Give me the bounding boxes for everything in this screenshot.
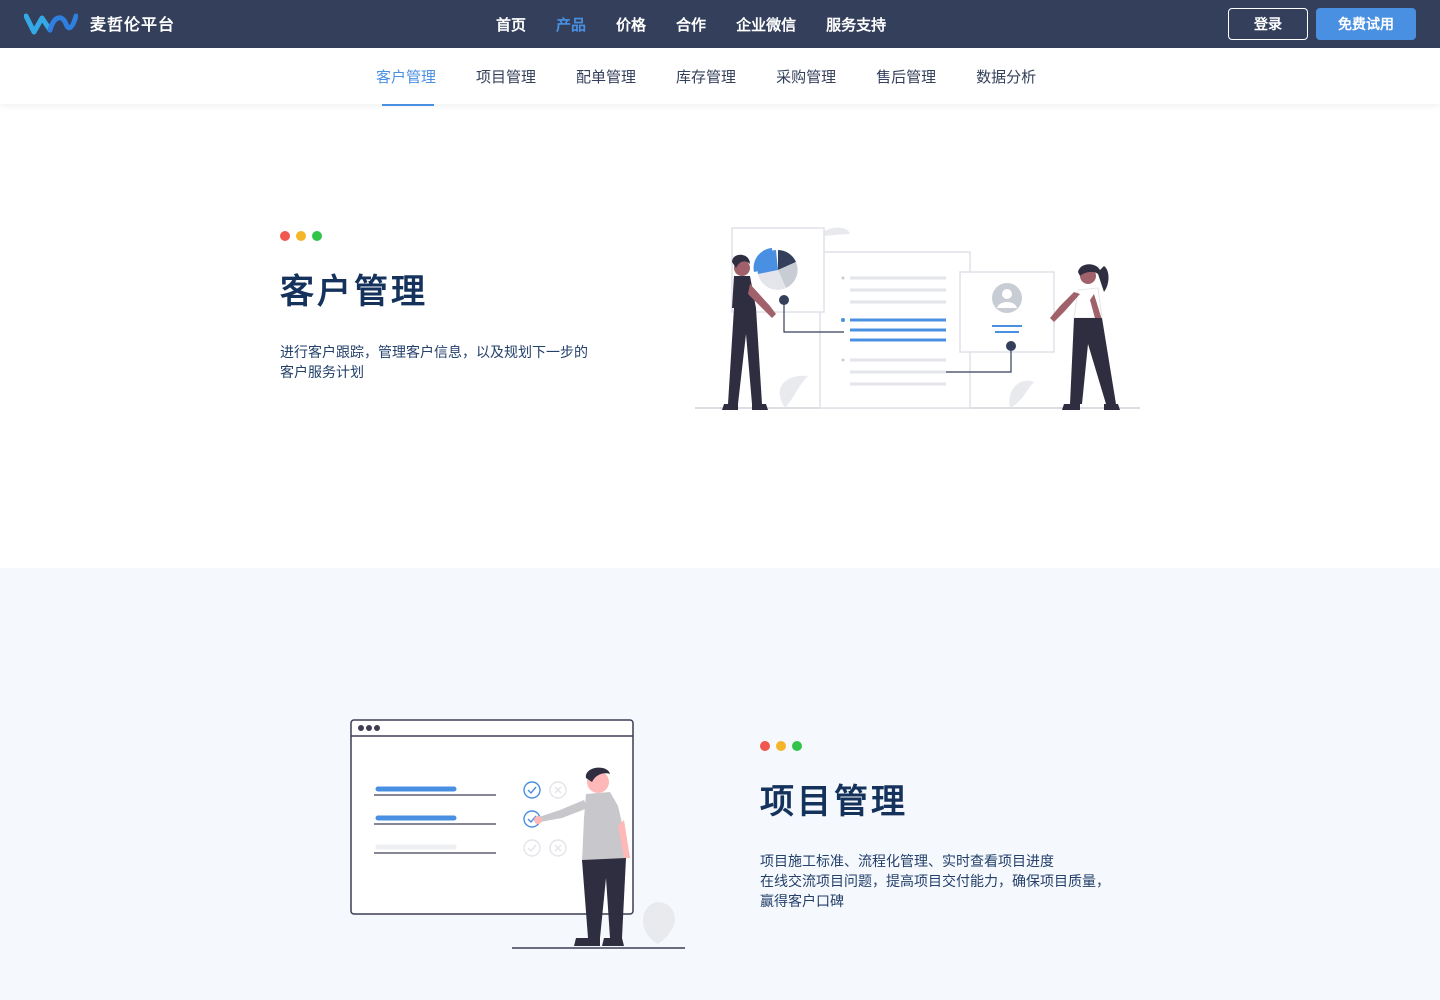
free-trial-button[interactable]: 免费试用	[1316, 8, 1416, 40]
feature-title: 客户管理	[280, 272, 428, 312]
main-nav-pricing[interactable]: 价格	[616, 14, 646, 35]
feature-description-line: 赢得客户口碑	[760, 894, 844, 910]
sub-nav-purchase[interactable]: 采购管理	[776, 48, 836, 104]
feature-description-line: 客户服务计划	[280, 365, 364, 381]
feature-description: 进行客户跟踪，管理客户信息，以及规划下一步的 客户服务计划	[280, 343, 660, 383]
feature-description: 项目施工标准、流程化管理、实时查看项目进度 在线交流项目问题，提高项目交付能力，…	[760, 852, 1180, 912]
feature-section-customer: 客户管理 进行客户跟踪，管理客户信息，以及规划下一步的 客户服务计划	[0, 104, 1440, 568]
traffic-light-dots-icon	[760, 741, 808, 751]
feature-description-line: 进行客户跟踪，管理客户信息，以及规划下一步的	[280, 345, 588, 361]
sub-nav-data-analysis[interactable]: 数据分析	[976, 48, 1036, 104]
feature-title: 项目管理	[760, 782, 908, 822]
sub-nav-after-sales[interactable]: 售后管理	[876, 48, 936, 104]
sub-nav-order-config[interactable]: 配单管理	[576, 48, 636, 104]
traffic-light-dots-icon	[280, 231, 328, 241]
main-nav-wecom[interactable]: 企业微信	[736, 14, 796, 35]
main-nav-partners[interactable]: 合作	[676, 14, 706, 35]
main-nav: 首页 产品 价格 合作 企业微信 服务支持	[496, 0, 916, 48]
main-nav-home[interactable]: 首页	[496, 14, 526, 35]
login-button[interactable]: 登录	[1228, 8, 1308, 40]
brand-logo-icon	[24, 13, 78, 35]
top-navigation-bar: 麦哲伦平台 首页 产品 价格 合作 企业微信 服务支持 登录 免费试用	[0, 0, 1440, 48]
customer-management-illustration	[695, 227, 1140, 410]
feature-description-line: 项目施工标准、流程化管理、实时查看项目进度	[760, 854, 1054, 870]
brand-name: 麦哲伦平台	[90, 15, 176, 34]
feature-section-project: 项目管理 项目施工标准、流程化管理、实时查看项目进度 在线交流项目问题，提高项目…	[0, 568, 1440, 1000]
sub-nav-inventory[interactable]: 库存管理	[676, 48, 736, 104]
sub-nav-project[interactable]: 项目管理	[476, 48, 536, 104]
main-nav-support[interactable]: 服务支持	[826, 14, 886, 35]
sub-nav-customer[interactable]: 客户管理	[376, 48, 436, 106]
feature-description-line: 在线交流项目问题，提高项目交付能力，确保项目质量，	[760, 874, 1110, 890]
project-management-illustration	[350, 719, 685, 949]
brand-logo[interactable]: 麦哲伦平台	[24, 10, 175, 36]
main-nav-products[interactable]: 产品	[556, 14, 586, 35]
product-sub-nav: 客户管理 项目管理 配单管理 库存管理 采购管理 售后管理 数据分析	[0, 48, 1440, 106]
